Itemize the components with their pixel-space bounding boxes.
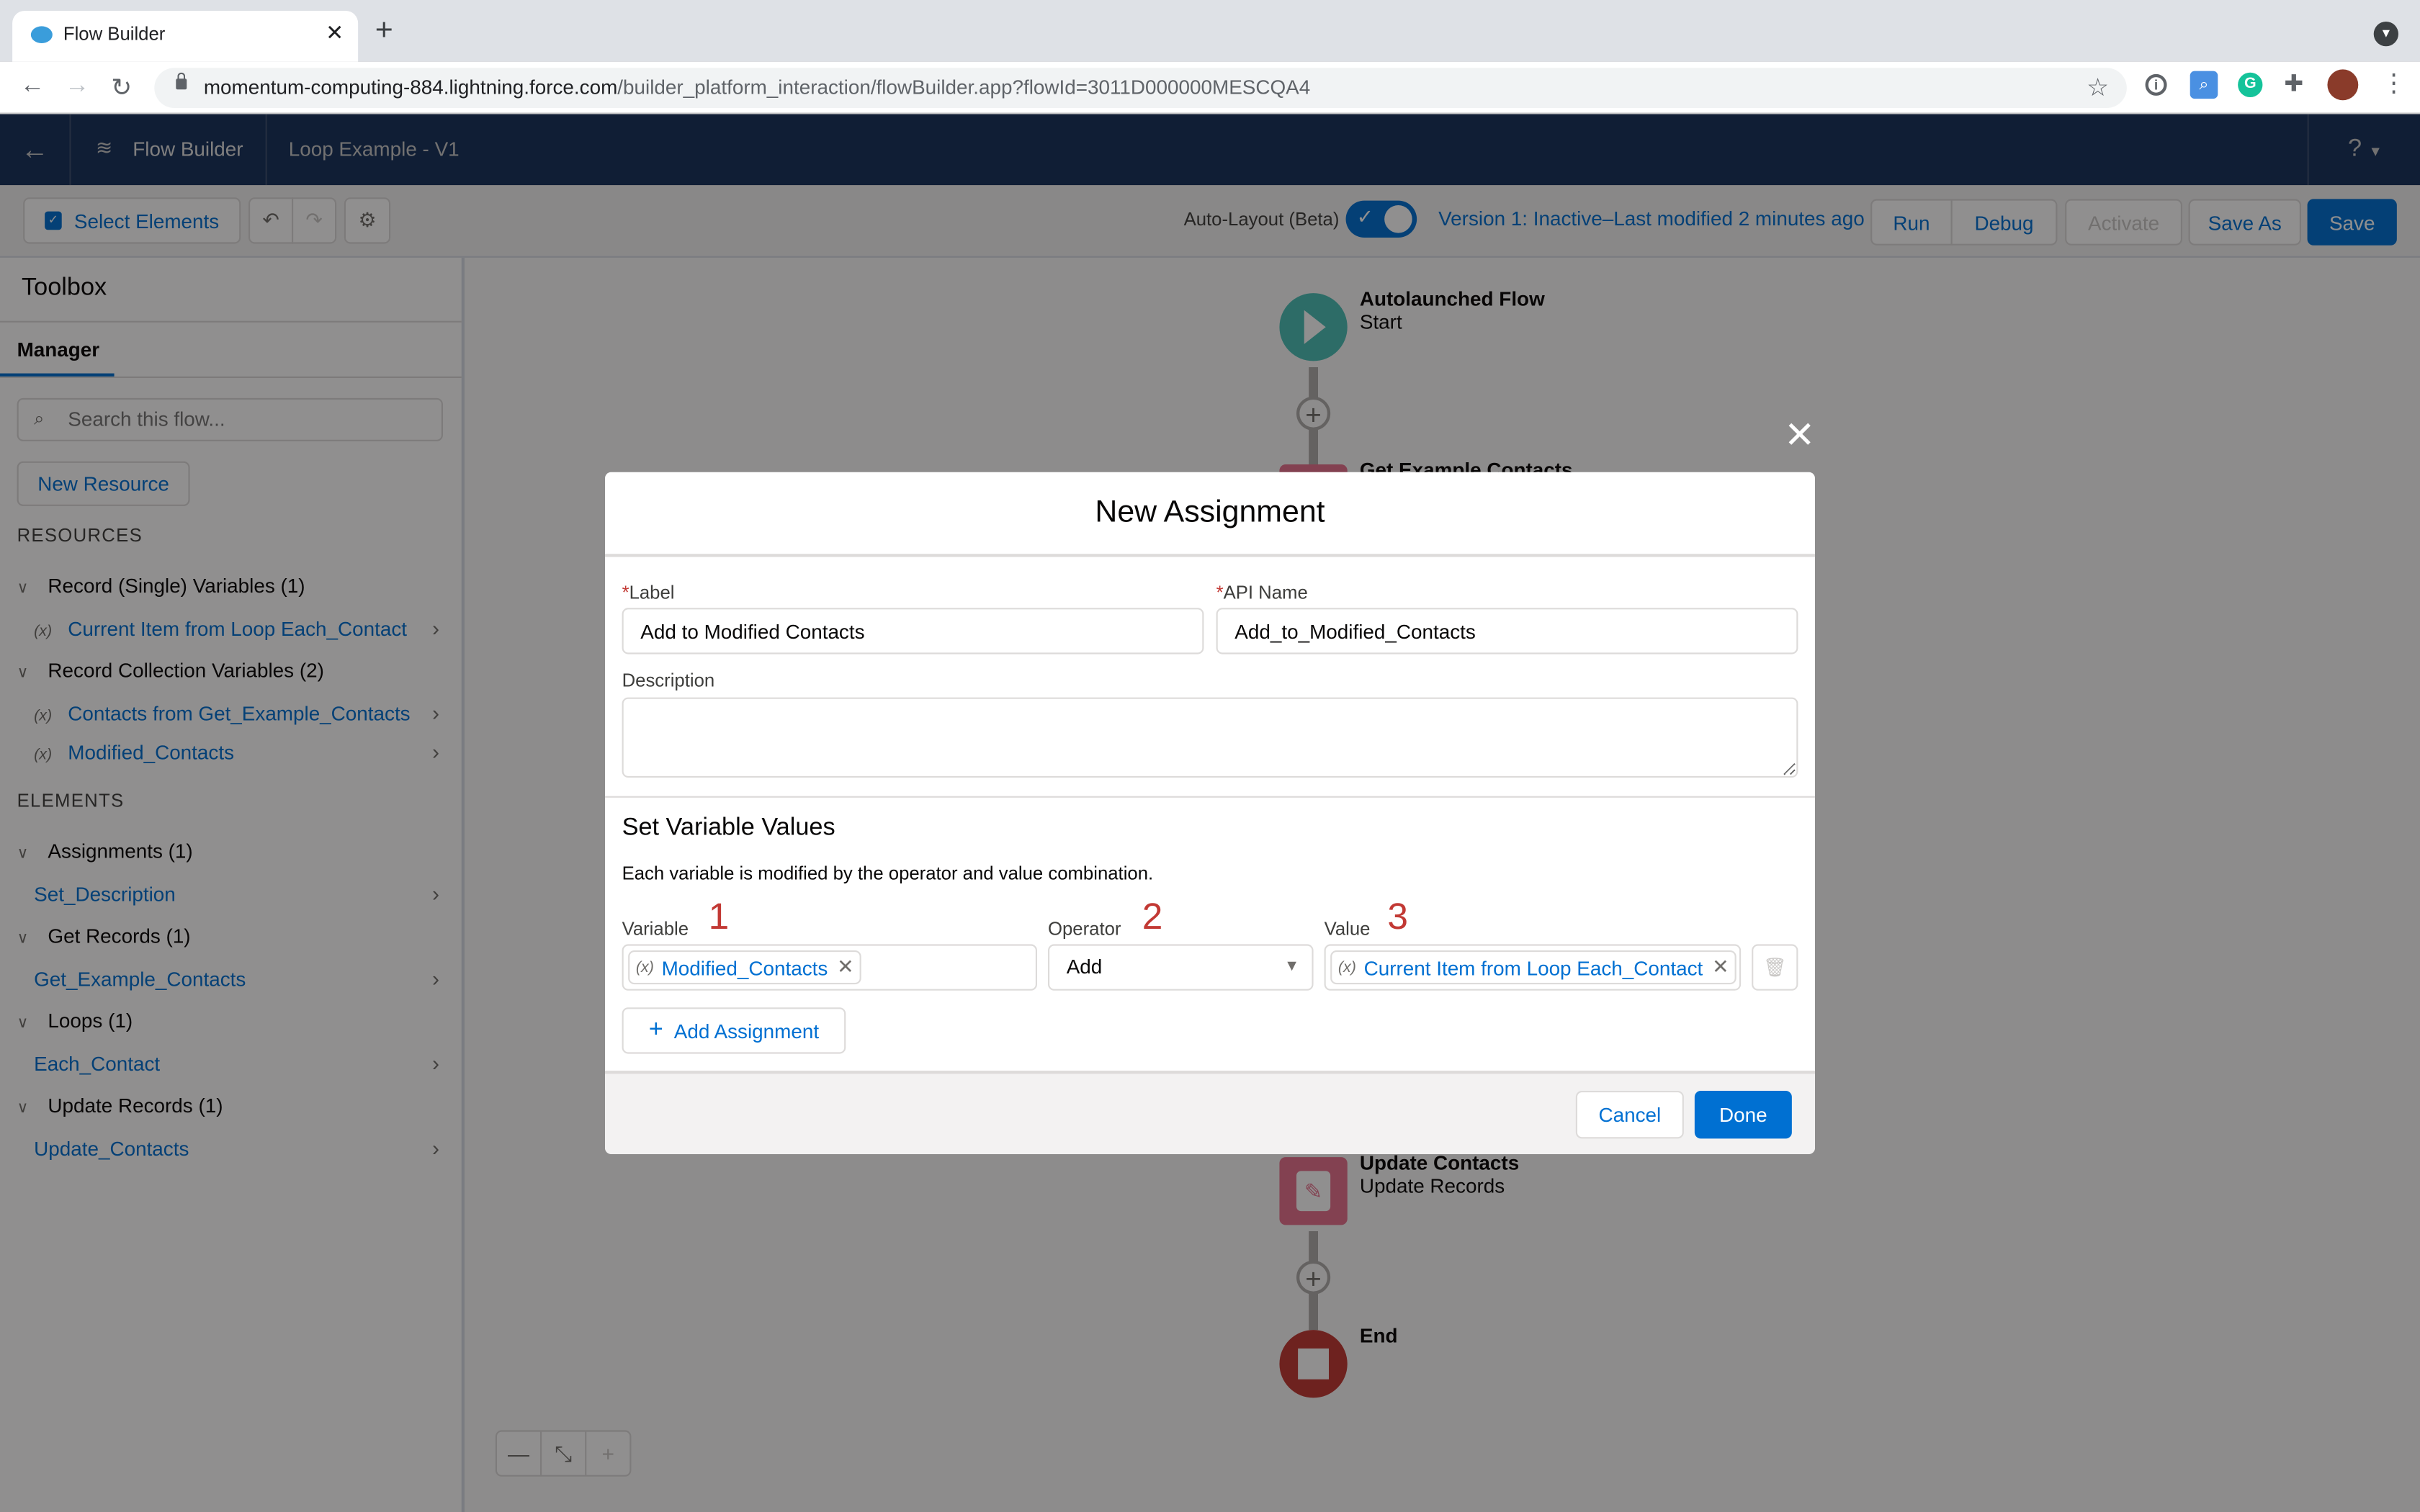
grammarly-icon[interactable]: G	[2238, 72, 2263, 97]
lock-icon	[176, 72, 187, 90]
api-name-field-text: API Name	[1223, 581, 1308, 603]
required-indicator: *	[622, 581, 629, 603]
tab-search-icon[interactable]: ▼	[2373, 22, 2398, 47]
search-extension-icon[interactable]: ⌕	[2190, 71, 2218, 99]
modal-title: New Assignment	[1095, 495, 1325, 529]
variable-pill: (x) Modified_Contacts ✕	[628, 950, 862, 985]
done-label: Done	[1719, 1103, 1767, 1127]
menu-icon[interactable]: ⋮	[2381, 68, 2406, 99]
trash-icon: 🗑	[1762, 956, 1787, 978]
value-combobox[interactable]: (x) Current Item from Loop Each_Contact …	[1324, 944, 1742, 991]
caret-down-icon: ▼	[1284, 958, 1300, 976]
remove-pill-icon[interactable]: ✕	[837, 955, 853, 979]
modal-footer: Cancel Done	[605, 1071, 1815, 1154]
label-field-text: Label	[629, 581, 675, 603]
operator-label: Operator	[1048, 918, 1121, 940]
star-icon[interactable]: ☆	[2087, 73, 2109, 104]
forward-icon[interactable]: →	[65, 73, 89, 101]
operator-select[interactable]: Add ▼	[1048, 944, 1314, 991]
variable-icon: (x)	[1337, 958, 1356, 976]
address-bar[interactable]: momentum-computing-884.lightning.force.c…	[154, 68, 2127, 108]
browser-tab[interactable]: Flow Builder ✕	[12, 11, 359, 62]
variable-pill-label: Modified_Contacts	[661, 955, 828, 979]
delete-assignment-button[interactable]: 🗑	[1752, 944, 1798, 991]
new-assignment-modal: New Assignment *Label *API Name Descript…	[605, 472, 1815, 1154]
api-name-field-label: *API Name	[1216, 582, 1308, 603]
password-manager-icon[interactable]: i	[2145, 73, 2167, 96]
label-field-label: *Label	[622, 582, 675, 603]
section-description: Each variable is modified by the operato…	[622, 862, 1154, 884]
done-button[interactable]: Done	[1694, 1091, 1792, 1139]
url-text[interactable]: momentum-computing-884.lightning.force.c…	[204, 76, 1310, 99]
browser-tab-strip: Flow Builder ✕ + ▼	[0, 0, 2420, 62]
variable-label: Variable	[622, 918, 689, 940]
modal-header: New Assignment	[605, 472, 1815, 557]
url-host: momentum-computing-884.lightning.force.c…	[203, 76, 618, 99]
tab-close-icon[interactable]: ✕	[326, 20, 344, 46]
modal-close-icon[interactable]: ✕	[1784, 418, 1815, 455]
annotation-1: 1	[708, 896, 730, 938]
url-path: /builder_platform_interaction/flowBuilde…	[617, 76, 1311, 99]
api-name-input[interactable]	[1216, 608, 1798, 654]
section-title: Set Variable Values	[622, 814, 835, 841]
back-icon[interactable]: ←	[20, 73, 45, 101]
variable-combobox[interactable]: (x) Modified_Contacts ✕	[622, 944, 1037, 991]
operator-value: Add	[1066, 955, 1103, 978]
value-pill: (x) Current Item from Loop Each_Contact …	[1330, 950, 1737, 985]
divider	[605, 796, 1815, 798]
browser-toolbar: ← → ↻ momentum-computing-884.lightning.f…	[0, 61, 2420, 114]
value-pill-label: Current Item from Loop Each_Contact	[1363, 955, 1703, 979]
remove-pill-icon[interactable]: ✕	[1712, 955, 1729, 979]
required-indicator: *	[1216, 581, 1224, 603]
profile-avatar[interactable]	[2327, 69, 2359, 101]
variable-icon: (x)	[635, 958, 654, 976]
reload-icon[interactable]: ↻	[111, 73, 132, 104]
add-assignment-label: Add Assignment	[673, 1019, 820, 1043]
add-assignment-button[interactable]: + Add Assignment	[622, 1007, 846, 1054]
salesforce-favicon-icon	[30, 26, 53, 43]
new-tab-button[interactable]: +	[375, 15, 393, 46]
cancel-label: Cancel	[1598, 1103, 1662, 1127]
annotation-3: 3	[1387, 896, 1409, 938]
annotation-2: 2	[1142, 896, 1163, 938]
extensions-icon[interactable]: ✚	[2284, 69, 2303, 97]
tab-title: Flow Builder	[63, 23, 166, 45]
description-textarea[interactable]	[622, 697, 1798, 778]
value-label: Value	[1324, 918, 1371, 940]
cancel-button[interactable]: Cancel	[1575, 1091, 1684, 1139]
label-input[interactable]	[622, 608, 1204, 654]
description-label: Description	[622, 670, 715, 691]
plus-icon: +	[648, 1017, 663, 1043]
